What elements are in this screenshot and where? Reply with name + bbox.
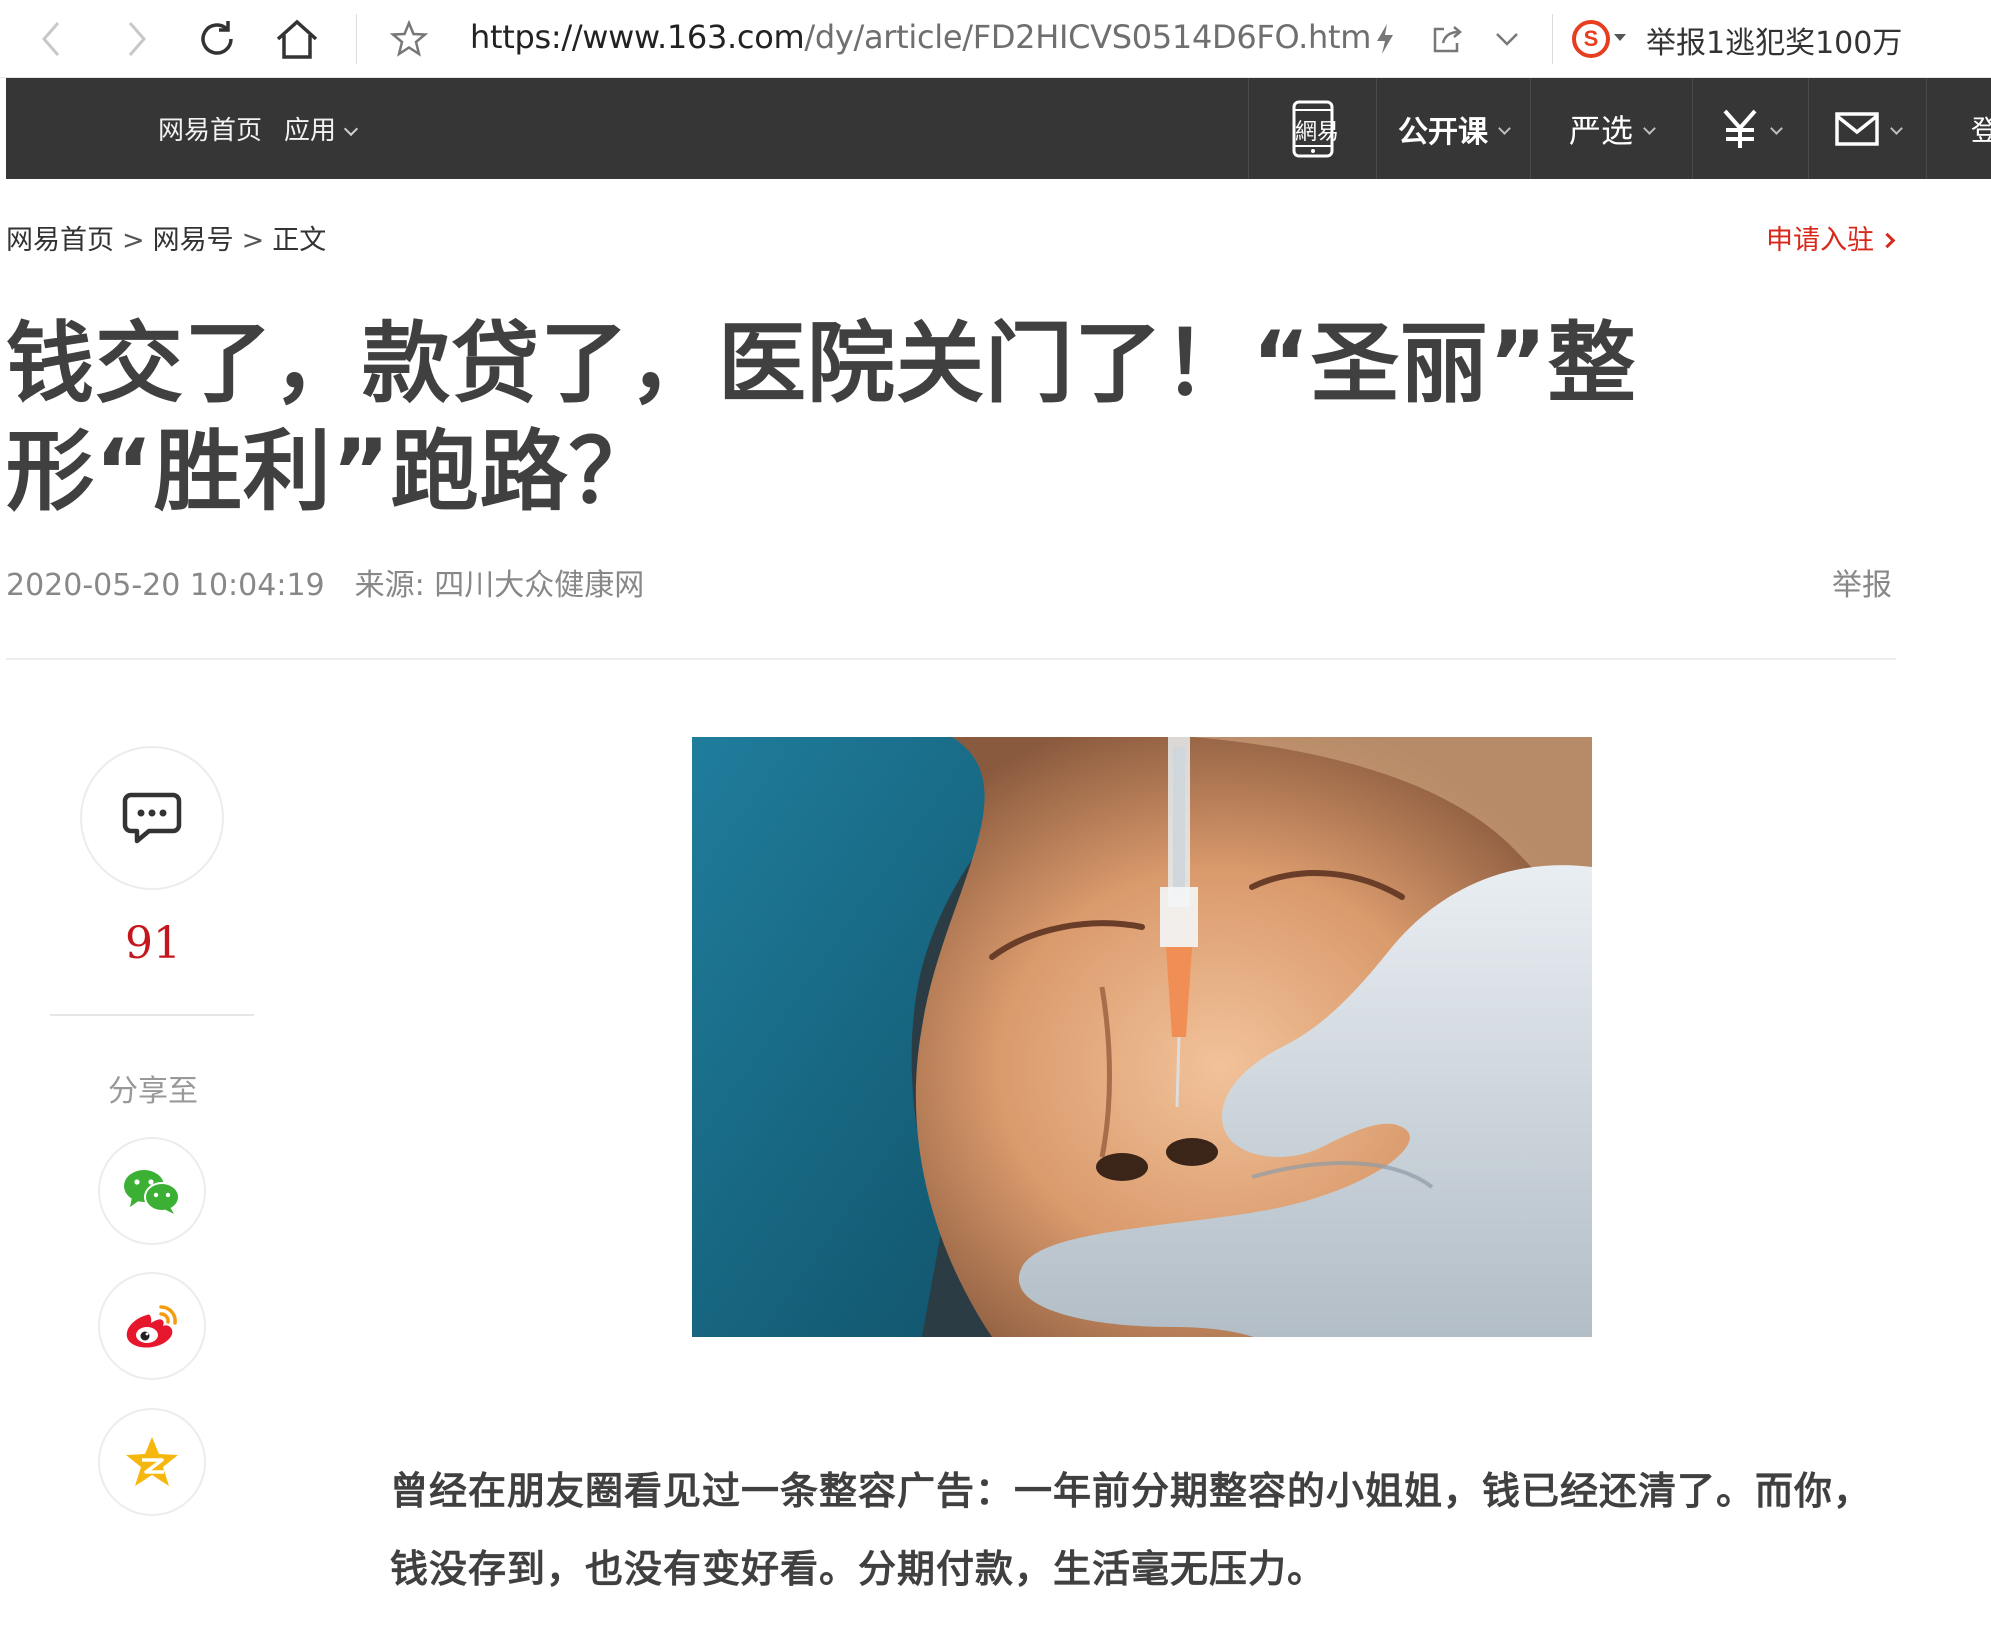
- chevron-down-icon: [343, 121, 359, 137]
- star-icon[interactable]: [380, 10, 438, 68]
- article-meta: 2020-05-20 10:04:19 来源: 四川大众健康网: [6, 560, 644, 604]
- nav-open-course-label: 公开课: [1398, 114, 1488, 150]
- nav-open-course[interactable]: 公开课: [1376, 78, 1530, 179]
- article-image: [692, 737, 1592, 1337]
- comment-button[interactable]: [80, 746, 224, 890]
- nav-yanxuan-label: 严选: [1568, 111, 1633, 150]
- breadcrumb-separator: >: [241, 225, 265, 256]
- article-lead-paragraph: 曾经在朋友圈看见过一条整容广告：一年前分期整容的小姐姐，钱已经还清了。而你，钱没…: [390, 1469, 1873, 1591]
- chevron-down-icon: [1890, 122, 1903, 135]
- url-host: https://www.163.com: [470, 18, 805, 56]
- wechat-icon: [124, 1170, 180, 1214]
- mail-icon: [1835, 111, 1879, 146]
- share-icon[interactable]: [1418, 10, 1476, 68]
- weibo-icon: [126, 1305, 177, 1348]
- chevron-down-icon: [1643, 122, 1656, 135]
- share-label: 分享至: [108, 1074, 198, 1109]
- nav-login-label: 登: [1971, 113, 1991, 147]
- comment-count[interactable]: 91: [80, 918, 226, 969]
- report-link[interactable]: 举报: [1832, 560, 1892, 604]
- breadcrumb-section[interactable]: 网易号: [153, 225, 234, 256]
- share-qzone-button[interactable]: [98, 1408, 206, 1516]
- share-wechat-button[interactable]: [98, 1137, 206, 1245]
- nav-home-link[interactable]: 网易首页: [158, 110, 262, 147]
- toolbar-divider: [1552, 14, 1553, 64]
- rail-divider: [50, 1014, 254, 1016]
- breadcrumb: 网易首页 > 网易号 > 正文: [6, 218, 326, 257]
- site-nav-left: 网易首页 应用: [158, 78, 359, 179]
- apply-join-link[interactable]: 申请入驻: [1766, 218, 1896, 257]
- nav-payment[interactable]: [1692, 78, 1808, 179]
- breadcrumb-home[interactable]: 网易首页: [6, 225, 114, 256]
- address-bar[interactable]: https://www.163.com/dy/article/FD2HICVS0…: [470, 18, 1371, 56]
- home-icon[interactable]: [268, 10, 326, 68]
- article-source[interactable]: 来源: 四川大众健康网: [355, 568, 645, 603]
- reload-icon[interactable]: [188, 10, 246, 68]
- search-engine-icon[interactable]: S: [1572, 20, 1610, 58]
- site-navbar: 网易首页 应用 網易 公开课 严选 登: [6, 78, 1991, 179]
- nav-mobile-app[interactable]: 網易: [1248, 78, 1376, 179]
- nav-apps-menu[interactable]: 应用: [284, 110, 359, 147]
- chevron-down-icon[interactable]: [1478, 10, 1536, 68]
- qzone-icon: [126, 1437, 178, 1486]
- comment-icon: [122, 792, 182, 844]
- cosmetic-injection-photo: [692, 737, 1592, 1337]
- chevron-right-icon: [1879, 232, 1896, 249]
- breadcrumb-current: 正文: [272, 225, 327, 256]
- meta-divider: [6, 658, 1896, 660]
- article-datetime: 2020-05-20 10:04:19: [6, 568, 325, 603]
- share-weibo-button[interactable]: [98, 1272, 206, 1380]
- yuan-icon: [1723, 109, 1757, 148]
- nav-apps-label: 应用: [284, 116, 337, 146]
- url-path: /dy/article/FD2HICVS0514D6FO.htm: [804, 18, 1372, 56]
- back-icon[interactable]: [22, 10, 80, 68]
- breadcrumb-separator: >: [122, 225, 145, 256]
- article-title: 钱交了，款贷了，医院关门了！“圣丽”整形“胜利”跑路？: [6, 312, 1637, 523]
- chevron-down-icon: [1498, 122, 1511, 135]
- apply-join-label: 申请入驻: [1766, 225, 1874, 256]
- search-engine-dropdown-icon[interactable]: [1614, 34, 1626, 41]
- nav-yanxuan[interactable]: 严选: [1530, 78, 1692, 179]
- nav-mail[interactable]: [1808, 78, 1926, 179]
- mobile-logo-text: 網易: [1295, 120, 1340, 145]
- nav-login[interactable]: 登: [1926, 78, 1991, 179]
- browser-toolbar: https://www.163.com/dy/article/FD2HICVS0…: [0, 0, 1991, 78]
- chevron-down-icon: [1770, 122, 1783, 135]
- news-ticker[interactable]: 举报1逃犯奖100万: [1646, 18, 1902, 62]
- forward-icon[interactable]: [108, 10, 166, 68]
- toolbar-divider: [356, 14, 357, 64]
- lightning-icon[interactable]: [1356, 10, 1414, 68]
